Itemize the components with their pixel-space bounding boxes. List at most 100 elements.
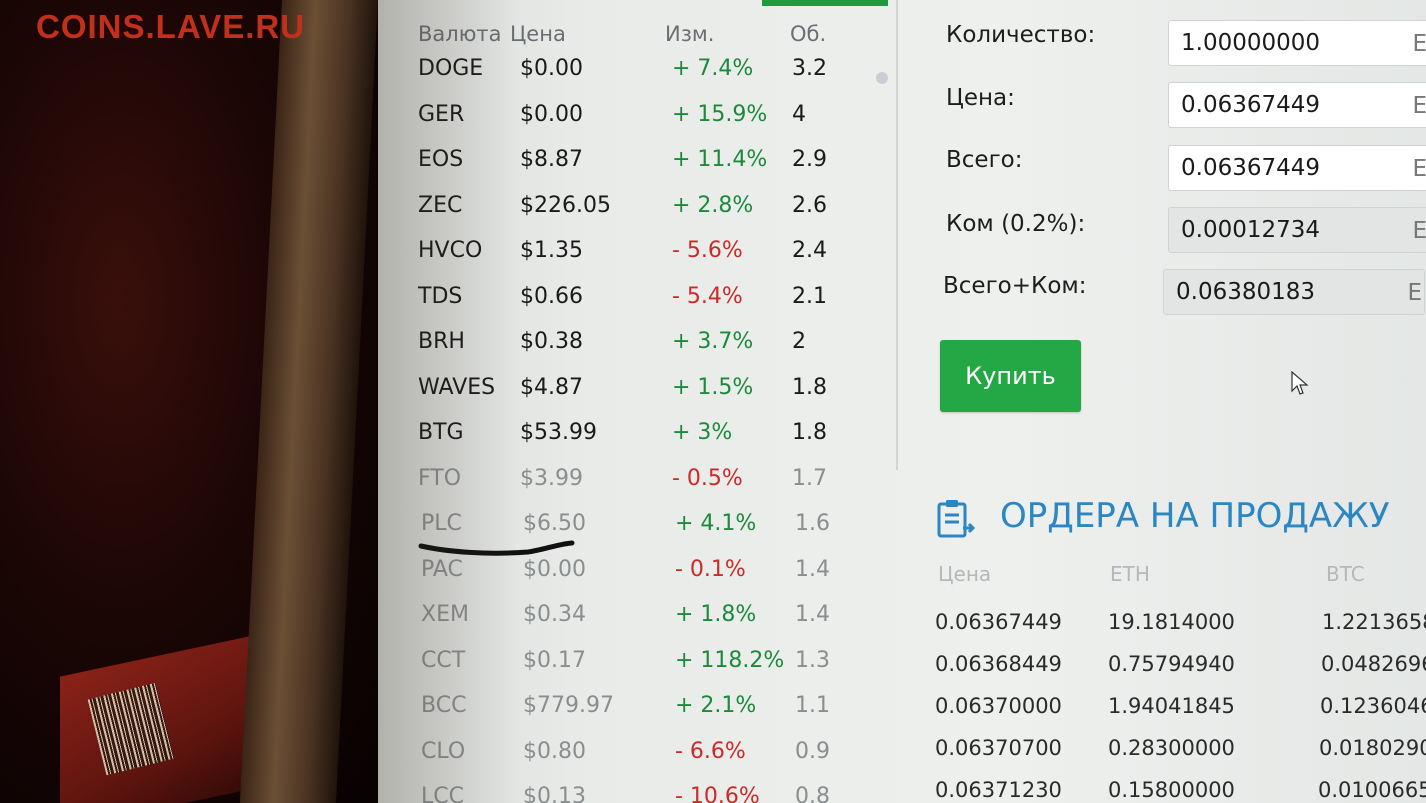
market-cell-change: + 2.8% (672, 192, 754, 218)
market-cell-price: $4.87 (520, 374, 583, 400)
total-label: Всего: (946, 147, 1023, 173)
market-cell-volume: 1.6 (795, 511, 830, 536)
market-cell-change: + 11.4% (672, 147, 768, 172)
market-cell-volume: 3.2 (792, 56, 827, 81)
market-cell-currency[interactable]: BCC (421, 693, 466, 718)
column-header-volume[interactable]: Об. (790, 22, 826, 46)
order-cell-price[interactable]: 0.06370000 (935, 694, 1062, 718)
active-tab-indicator[interactable] (762, 0, 888, 6)
market-cell-currency[interactable]: BRH (418, 329, 465, 354)
market-cell-currency[interactable]: PLC (421, 511, 462, 536)
market-cell-currency[interactable]: TDS (418, 284, 462, 309)
market-cell-price: $53.99 (520, 420, 597, 445)
order-cell-eth: 0.15800000 (1108, 778, 1235, 802)
market-cell-price: $3.99 (520, 465, 583, 491)
market-cell-currency[interactable]: FTO (418, 466, 461, 491)
market-cell-currency[interactable]: DOGE (418, 56, 483, 81)
market-cell-currency[interactable]: ZEC (418, 193, 462, 218)
market-cell-change: - 5.4% (672, 283, 743, 309)
buy-button[interactable]: Купить (940, 340, 1081, 412)
orders-list-icon (937, 500, 976, 538)
market-cell-currency[interactable]: PAC (421, 557, 463, 582)
watermark: COINS.LAVE.RU (36, 8, 306, 45)
market-cell-currency[interactable]: WAVES (418, 375, 495, 400)
market-cell-change: - 6.6% (675, 738, 746, 764)
market-cell-price: $0.80 (523, 738, 586, 764)
order-cell-btc: 0.0180290 (1319, 736, 1426, 760)
column-header-change[interactable]: Изм. (665, 22, 714, 46)
fee-value: 0.00012734 (1181, 217, 1321, 243)
order-cell-eth: 0.28300000 (1108, 736, 1235, 760)
order-cell-btc: 0.0100665 (1318, 778, 1426, 802)
market-cell-price: $0.00 (523, 556, 586, 582)
market-cell-volume: 1.8 (792, 420, 827, 445)
price-label: Цена: (946, 85, 1015, 111)
market-cell-volume: 1.4 (795, 556, 830, 582)
market-cell-change: + 1.5% (672, 374, 754, 400)
panel-divider (896, 0, 898, 470)
quantity-unit: E (1412, 31, 1426, 57)
price-value: 0.06367449 (1181, 92, 1321, 118)
mouse-cursor-icon (1291, 371, 1309, 395)
column-header-currency[interactable]: Валюта (418, 22, 501, 46)
market-cell-volume: 0.8 (795, 784, 830, 803)
total-unit: E (1412, 156, 1426, 182)
hand-drawn-underline (418, 540, 575, 556)
quantity-value: 1.00000000 (1181, 30, 1321, 56)
order-cell-btc: 0.0482696 (1321, 652, 1426, 676)
market-cell-change: - 0.5% (672, 465, 743, 491)
scrollbar-thumb[interactable] (876, 72, 888, 84)
total-input[interactable]: 0.06367449 E (1168, 145, 1426, 191)
sell-orders-title: ОРДЕРА НА ПРОДАЖУ (1000, 496, 1390, 536)
market-cell-price: $0.17 (523, 647, 586, 673)
order-cell-btc: 1.2213658 (1322, 610, 1426, 634)
market-cell-price: $0.66 (520, 283, 583, 309)
orders-header-price: Цена (938, 562, 992, 586)
market-cell-volume: 2.1 (792, 283, 827, 309)
market-cell-currency[interactable]: LCC (421, 784, 464, 803)
total-with-fee-field: 0.06380183 E (1163, 269, 1425, 315)
market-cell-currency[interactable]: XEM (421, 602, 469, 627)
market-cell-currency[interactable]: BTG (418, 420, 464, 445)
total-with-fee-value: 0.06380183 (1176, 279, 1316, 305)
order-cell-price[interactable]: 0.06367449 (935, 610, 1062, 634)
total-with-fee-unit: E (1407, 280, 1422, 306)
market-cell-price: $0.34 (523, 602, 586, 627)
market-cell-change: + 3.7% (672, 329, 754, 354)
quantity-input[interactable]: 1.00000000 E (1168, 20, 1426, 66)
order-cell-price[interactable]: 0.06371230 (935, 778, 1062, 802)
market-cell-volume: 2.4 (792, 238, 827, 263)
market-cell-volume: 2.6 (792, 192, 827, 218)
market-cell-change: + 4.1% (675, 511, 757, 536)
market-cell-volume: 1.8 (792, 374, 827, 400)
order-cell-price[interactable]: 0.06370700 (935, 736, 1062, 760)
order-cell-btc: 0.1236046 (1320, 694, 1426, 718)
orders-header-btc: BTC (1326, 562, 1365, 586)
market-cell-volume: 2 (792, 329, 806, 354)
order-cell-price[interactable]: 0.06368449 (935, 652, 1062, 676)
order-cell-eth: 0.75794940 (1108, 652, 1235, 676)
market-cell-currency[interactable]: CCT (421, 648, 465, 673)
column-header-price[interactable]: Цена (510, 22, 566, 46)
market-cell-price: $0.00 (520, 56, 583, 81)
market-cell-currency[interactable]: GER (418, 102, 464, 127)
market-cell-volume: 2.9 (792, 147, 827, 172)
market-cell-volume: 0.9 (795, 738, 830, 764)
market-cell-change: + 1.8% (675, 602, 757, 627)
market-cell-volume: 1.3 (795, 647, 830, 673)
fee-field: 0.00012734 E (1168, 207, 1426, 253)
market-cell-change: - 5.6% (672, 238, 743, 263)
order-cell-eth: 19.1814000 (1108, 610, 1235, 634)
market-cell-currency[interactable]: EOS (418, 147, 463, 172)
market-cell-change: + 3% (672, 420, 733, 445)
market-cell-currency[interactable]: HVCO (418, 238, 482, 263)
market-cell-volume: 4 (792, 101, 806, 127)
market-cell-currency[interactable]: CLO (421, 739, 465, 764)
market-cell-change: - 10.6% (675, 784, 760, 803)
price-input[interactable]: 0.06367449 E (1168, 82, 1426, 128)
market-cell-change: + 118.2% (675, 647, 785, 673)
market-cell-price: $0.38 (520, 329, 583, 354)
market-cell-price: $779.97 (523, 693, 614, 718)
total-value: 0.06367449 (1181, 155, 1321, 181)
market-cell-volume: 1.4 (795, 602, 830, 627)
